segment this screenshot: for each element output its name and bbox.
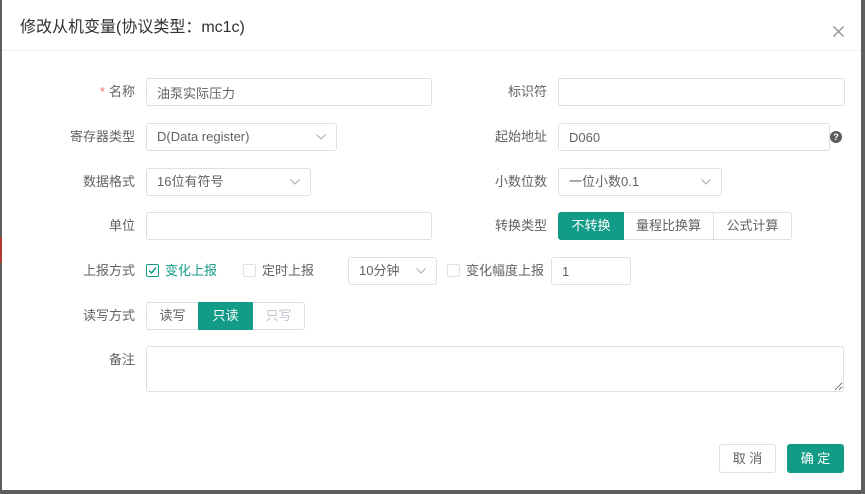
edit-slave-variable-dialog: 修改从机变量(协议类型：mc1c) *名称 标识符 寄存器类型 D(Data r… [2, 0, 861, 490]
report-interval-select[interactable]: 10分钟 [348, 257, 437, 285]
data-format-value: 16位有符号 [157, 174, 224, 189]
name-label-text: 名称 [108, 84, 135, 99]
unit-input[interactable] [146, 212, 432, 240]
close-icon-glyph [833, 26, 844, 37]
header-divider [2, 50, 861, 51]
rw-mode-label: 读写方式 [82, 308, 135, 323]
identifier-input[interactable] [558, 78, 845, 106]
decimal-places-select[interactable]: 一位小数0.1 [558, 168, 722, 196]
conversion-range-ratio-button[interactable]: 量程比换算 [623, 212, 714, 240]
conversion-type-label: 转换类型 [494, 218, 547, 233]
question-circle-icon[interactable]: ? [830, 131, 842, 143]
rw-read-write-button[interactable]: 读写 [146, 302, 199, 330]
register-type-label: 寄存器类型 [69, 129, 135, 144]
identifier-label: 标识符 [507, 84, 547, 99]
dialog-title: 修改从机变量(协议类型：mc1c) [20, 19, 245, 36]
start-address-label: 起始地址 [494, 129, 547, 144]
chevron-down-icon [290, 179, 300, 185]
remark-label: 备注 [108, 352, 135, 367]
name-input[interactable] [146, 78, 432, 106]
rw-read-only-button[interactable]: 只读 [198, 302, 253, 330]
chevron-down-icon [416, 268, 426, 274]
amplitude-report-label[interactable]: 变化幅度上报 [466, 257, 544, 285]
conversion-no-convert-button[interactable]: 不转换 [558, 212, 624, 240]
name-label: * 名称 [30, 78, 135, 106]
check-icon [148, 267, 157, 275]
decimal-places-value: 一位小数0.1 [569, 174, 640, 189]
chevron-down-icon [316, 134, 326, 140]
start-address-input[interactable] [558, 123, 830, 151]
chevron-down-icon [701, 179, 711, 185]
data-format-select[interactable]: 16位有符号 [146, 168, 311, 196]
remark-textarea[interactable] [146, 346, 844, 392]
rw-write-only-button: 只写 [252, 302, 305, 330]
cancel-button[interactable]: 取 消 [719, 444, 776, 473]
report-interval-value: 10分钟 [359, 263, 400, 278]
register-type-value: D(Data register) [157, 129, 250, 144]
decimal-places-label: 小数位数 [494, 174, 547, 189]
change-report-label[interactable]: 变化上报 [165, 257, 217, 285]
data-format-label: 数据格式 [82, 174, 135, 189]
change-report-checkbox[interactable] [146, 264, 159, 277]
confirm-button[interactable]: 确 定 [787, 444, 844, 473]
conversion-formula-button[interactable]: 公式计算 [713, 212, 792, 240]
register-type-select[interactable]: D(Data register) [146, 123, 337, 151]
timed-report-checkbox[interactable] [243, 264, 256, 277]
timed-report-label[interactable]: 定时上报 [262, 257, 314, 285]
amplitude-value-input[interactable] [551, 257, 631, 285]
amplitude-report-checkbox[interactable] [447, 264, 460, 277]
report-mode-label: 上报方式 [82, 263, 135, 278]
unit-label: 单位 [108, 218, 135, 233]
close-icon[interactable] [833, 24, 844, 37]
required-asterisk: * [99, 84, 105, 99]
